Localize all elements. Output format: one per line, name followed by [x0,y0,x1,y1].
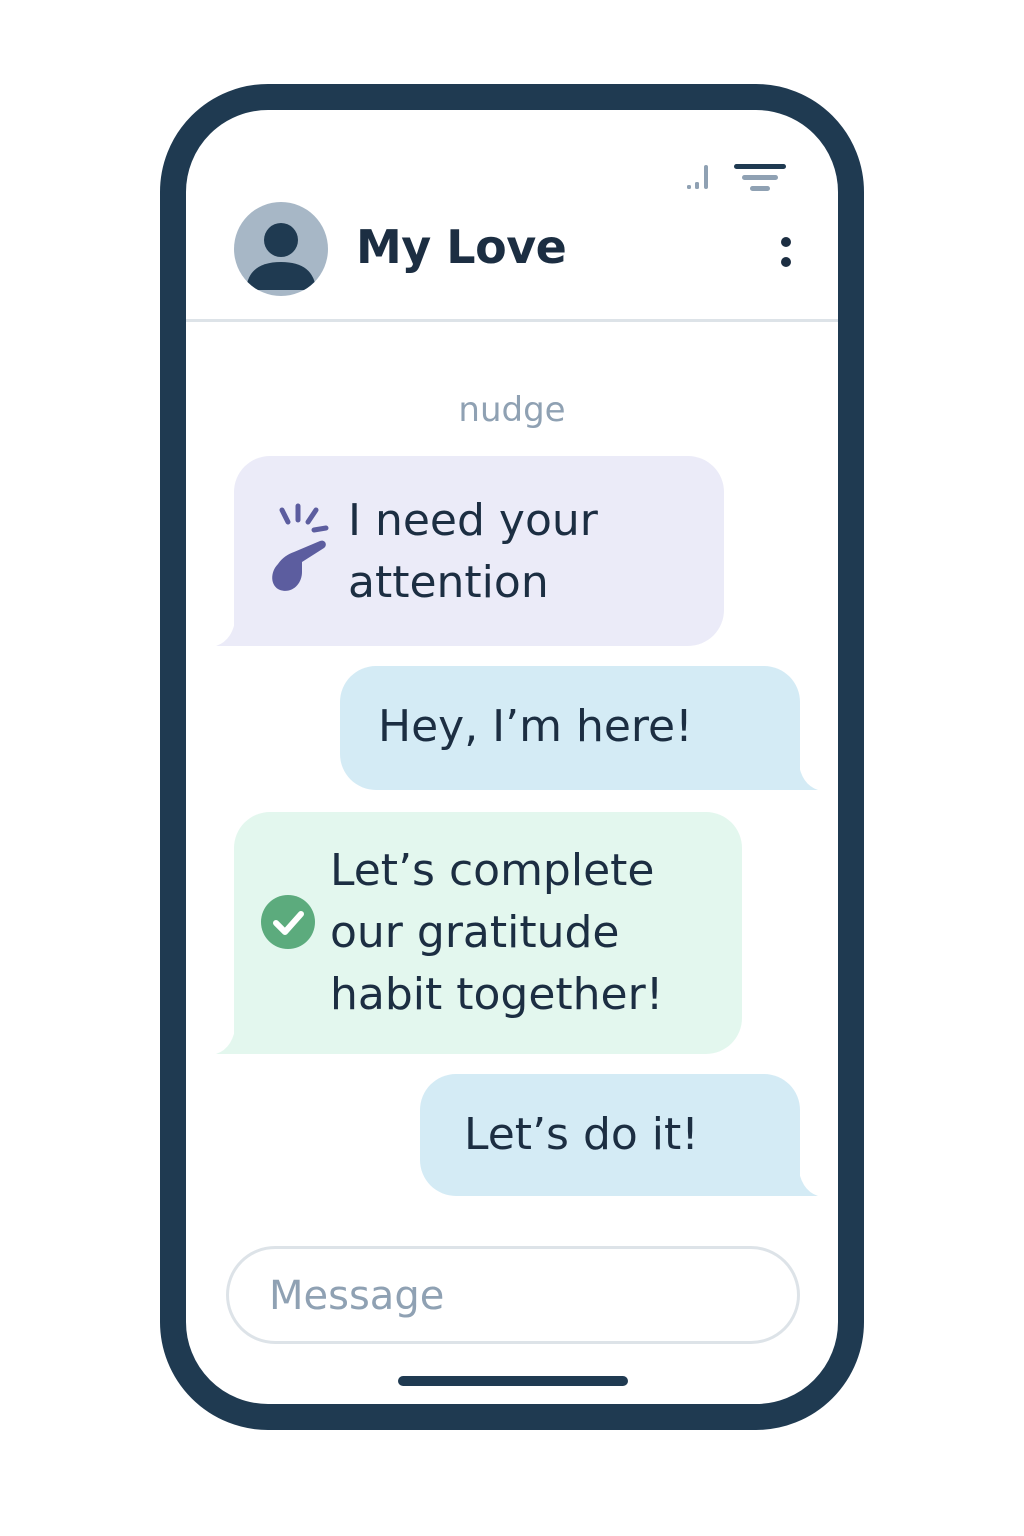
more-vertical-icon [781,237,791,267]
user-avatar-icon [246,223,316,290]
contact-name[interactable]: My Love [356,220,567,274]
message-text: I need your attention [348,495,598,608]
message-text: Hey, I’m here! [378,701,693,752]
nudge-tap-icon [272,503,329,591]
bubble-tail [216,1022,250,1054]
signal-icon [687,165,708,189]
chat-header: My Love [186,198,838,322]
bubble-tail [784,758,818,790]
message-bubble-incoming[interactable]: I need your attention [216,456,724,646]
message-text: Let’s do it! [464,1109,699,1160]
phone-frame: My Love nudge I need your attention Hey,… [160,84,864,1430]
message-text: Let’s complete our gratitude habit toget… [330,845,664,1020]
message-bubble-incoming[interactable]: Let’s complete our gratitude habit toget… [216,812,742,1054]
status-bar [686,162,786,192]
nudge-label: nudge [458,390,566,430]
avatar[interactable] [234,202,328,296]
wifi-icon [734,164,786,191]
message-composer[interactable] [226,1246,800,1344]
check-circle-icon [261,895,315,949]
more-options-button[interactable] [774,232,798,272]
message-bubble-outgoing[interactable]: Let’s do it! [420,1074,818,1196]
home-indicator[interactable] [398,1376,628,1386]
bubble-tail [784,1164,818,1196]
bubble-tail [216,614,250,646]
message-input[interactable] [269,1267,749,1325]
message-bubble-outgoing[interactable]: Hey, I’m here! [340,666,818,790]
